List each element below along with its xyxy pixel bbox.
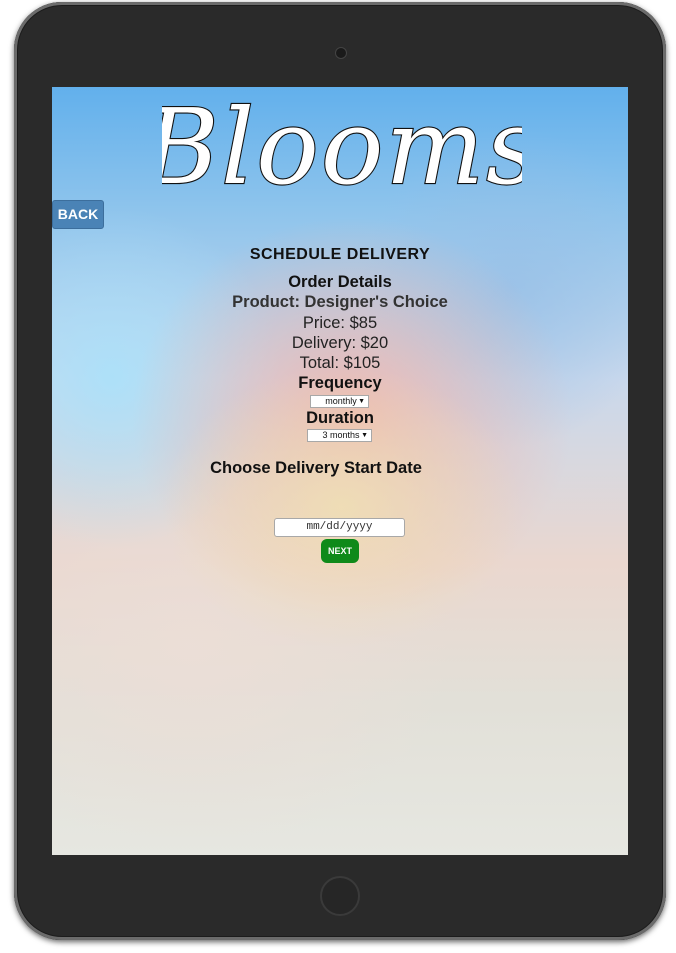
duration-selected-value: 3 months: [322, 430, 360, 440]
back-button[interactable]: BACK: [52, 200, 104, 229]
delivery-text: Delivery: $20: [291, 334, 389, 352]
dropdown-arrow-icon: ▼: [358, 398, 365, 405]
home-button[interactable]: [320, 876, 360, 916]
page-title: SCHEDULE DELIVERY: [249, 246, 431, 263]
start-date-heading: Choose Delivery Start Date: [210, 459, 422, 477]
duration-select[interactable]: 3 months ▼: [307, 429, 372, 442]
price-text: Price: $85: [302, 314, 378, 332]
frequency-select[interactable]: monthly ▼: [310, 395, 369, 408]
start-date-input[interactable]: mm/dd/yyyy: [274, 518, 405, 537]
duration-label: Duration: [306, 409, 374, 427]
order-details-heading: Order Details: [288, 273, 392, 291]
app-screen: Blooms BACK SCHEDULE DELIVERY Order Deta…: [52, 87, 628, 855]
dropdown-arrow-icon: ▼: [361, 432, 368, 439]
blooms-logo: Blooms: [162, 87, 522, 195]
frequency-label: Frequency: [298, 374, 382, 392]
total-text: Total: $105: [299, 354, 381, 372]
next-button[interactable]: NEXT: [321, 539, 359, 563]
logo-text: Blooms: [162, 87, 522, 195]
product-text: Product: Designer's Choice: [232, 293, 448, 311]
frequency-selected-value: monthly: [325, 396, 357, 406]
camera-icon: [335, 47, 347, 59]
